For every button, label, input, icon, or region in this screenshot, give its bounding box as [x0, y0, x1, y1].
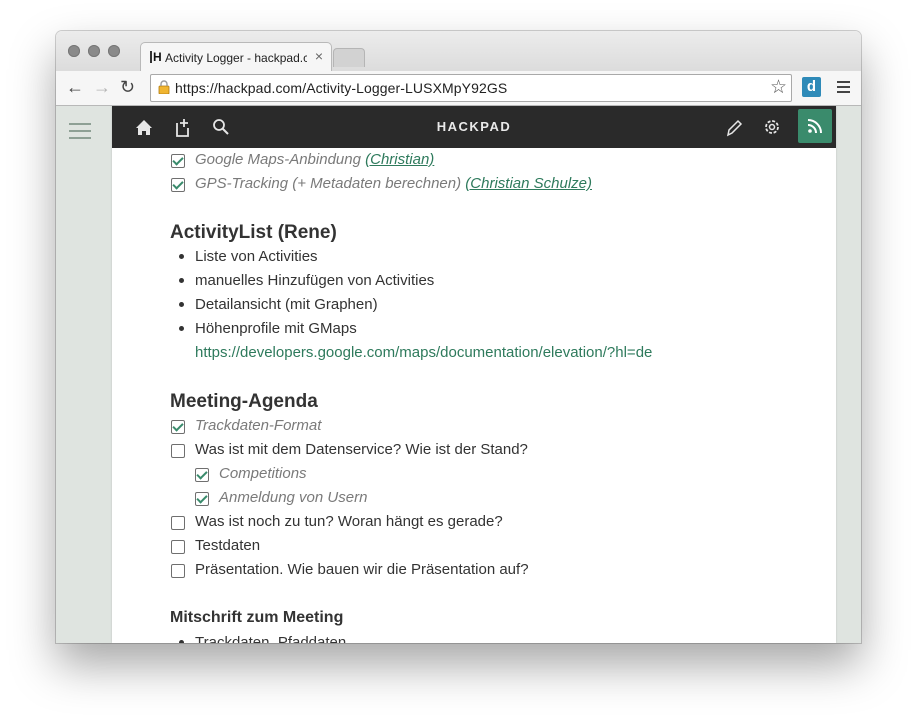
url-path: /Activity-Logger-LUSXMpY92GS	[302, 80, 508, 96]
checklist-item: Anmeldung von Usern	[219, 489, 368, 506]
browser-window: H Activity Logger - hackpad.c × ← → ↻ ht…	[56, 31, 861, 643]
home-icon[interactable]	[134, 106, 154, 148]
bullet	[179, 254, 184, 259]
checkbox[interactable]	[171, 178, 185, 192]
checkbox[interactable]	[171, 564, 185, 578]
reload-icon[interactable]: ↻	[120, 76, 135, 98]
tab-strip: H Activity Logger - hackpad.c ×	[56, 31, 861, 72]
browser-toolbar: ← → ↻ https://hackpad.com/Activity-Logge…	[56, 71, 861, 106]
list-item: manuelles Hinzufügen von Activities	[195, 272, 435, 289]
checklist-item: GPS-Tracking (+ Metadaten berechnen) (Ch…	[195, 175, 592, 192]
bullet	[179, 326, 184, 331]
rss-icon	[807, 119, 822, 134]
new-pad-icon[interactable]	[174, 106, 192, 148]
close-window-button[interactable]	[68, 45, 80, 57]
author-link[interactable]: (Christian Schulze)	[465, 175, 592, 192]
browser-tab[interactable]: H Activity Logger - hackpad.c ×	[140, 42, 332, 72]
checkbox[interactable]	[195, 492, 209, 506]
bullet	[179, 302, 184, 307]
page-viewport: ytracking Google Maps-Anbindung (Christi…	[56, 106, 861, 643]
list-item: Detailansicht (mit Graphen)	[195, 296, 378, 313]
url-host: https://hackpad.com	[175, 80, 303, 96]
sidebar-toggle-icon[interactable]	[69, 123, 91, 144]
section-heading-notes: Mitschrift zum Meeting	[170, 609, 344, 626]
list-item: Höhenprofile mit GMaps	[195, 320, 357, 337]
checkbox[interactable]	[195, 468, 209, 482]
elevation-api-link[interactable]: https://developers.google.com/maps/docum…	[195, 344, 652, 361]
pencil-icon[interactable]	[724, 106, 744, 148]
bookmark-star-icon[interactable]: ☆	[770, 76, 787, 99]
rss-feed-button[interactable]	[798, 109, 832, 143]
checkbox[interactable]	[171, 154, 185, 168]
checklist-item: Competitions	[219, 465, 307, 482]
item-text: GPS-Tracking (+ Metadaten berechnen)	[195, 175, 466, 192]
checklist-item: Was ist noch zu tun? Woran hängt es gera…	[195, 513, 503, 530]
settings-gear-icon[interactable]	[762, 106, 782, 148]
new-tab-button[interactable]	[333, 48, 365, 67]
checklist-item: Präsentation. Wie bauen wir die Präsenta…	[195, 561, 529, 578]
list-item: Liste von Activities	[195, 248, 318, 265]
checklist-item: Testdaten	[195, 537, 261, 554]
list-item: Trackdaten, Pfaddaten	[195, 634, 347, 643]
lock-warning-icon	[158, 80, 170, 94]
pad-document: ytracking Google Maps-Anbindung (Christi…	[112, 106, 836, 643]
checklist-item: Was ist mit dem Datenservice? Wie ist de…	[195, 441, 528, 458]
minimize-window-button[interactable]	[88, 45, 100, 57]
bullet	[179, 278, 184, 283]
checklist-item: Trackdaten-Format	[195, 417, 322, 434]
search-icon[interactable]	[212, 106, 230, 148]
item-text: Google Maps-Anbindung	[195, 151, 366, 168]
hackpad-favicon-icon: H	[150, 51, 165, 63]
tab-title: Activity Logger - hackpad.c	[165, 51, 307, 65]
bullet	[179, 640, 184, 643]
forward-arrow-icon[interactable]: →	[93, 76, 111, 98]
author-link[interactable]: (Christian)	[365, 151, 434, 168]
back-arrow-icon[interactable]: ←	[66, 76, 84, 98]
url-text: https://hackpad.com/Activity-Logger-LUSX…	[175, 80, 507, 96]
hackpad-toolbar: HACKPAD	[112, 106, 836, 148]
checkbox[interactable]	[171, 516, 185, 530]
section-heading-activitylist: ActivityList (Rene)	[170, 222, 337, 243]
extension-d-icon[interactable]: d	[802, 77, 821, 97]
browser-menu-icon[interactable]	[837, 81, 850, 96]
checkbox[interactable]	[171, 444, 185, 458]
tab-close-icon[interactable]: ×	[315, 48, 323, 64]
checkbox[interactable]	[171, 540, 185, 554]
checklist-item: Google Maps-Anbindung (Christian)	[195, 151, 434, 168]
section-heading-meeting-agenda: Meeting-Agenda	[170, 391, 318, 412]
address-bar[interactable]: https://hackpad.com/Activity-Logger-LUSX…	[150, 74, 792, 102]
checkbox[interactable]	[171, 420, 185, 434]
zoom-window-button[interactable]	[108, 45, 120, 57]
